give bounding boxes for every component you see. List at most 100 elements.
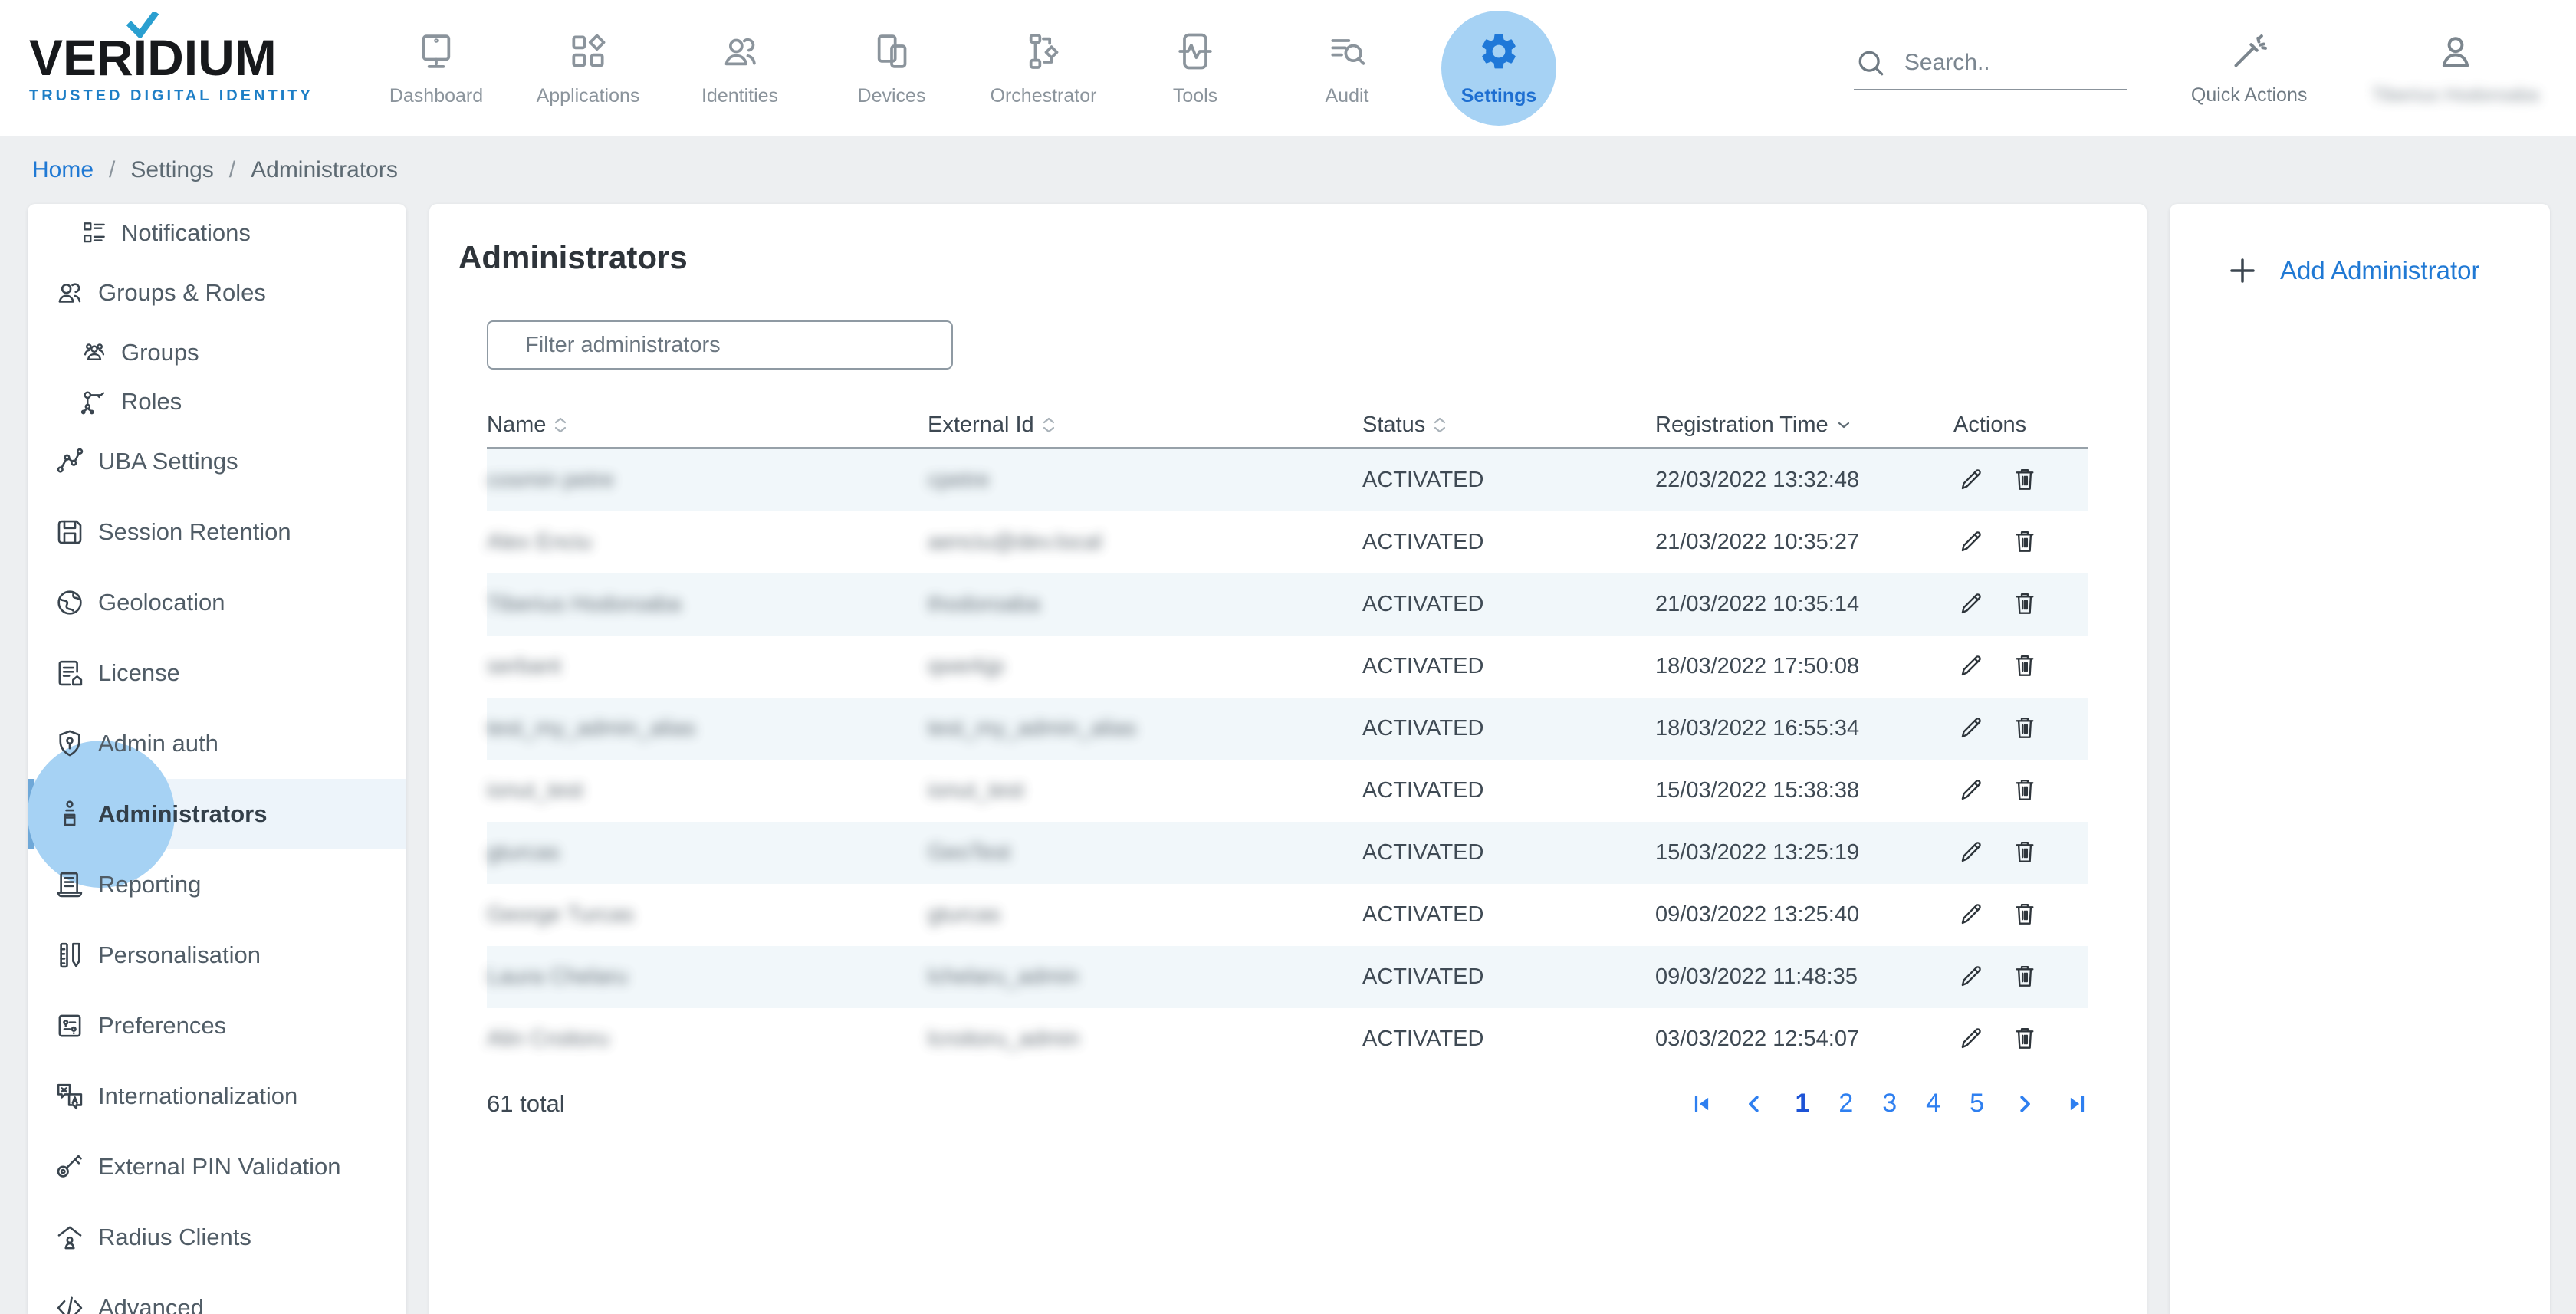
table-row[interactable]: George Turcas gturcas ACTIVATED 09/03/20… [487,884,2088,946]
delete-button[interactable] [2010,899,2039,931]
groups-icon [80,338,109,367]
edit-button[interactable] [1957,465,1986,496]
nav-item-devices[interactable]: Devices [816,3,968,133]
sidebar-item-external-pin-validation[interactable]: External PIN Validation [28,1132,406,1202]
sidebar-item-session-retention[interactable]: Session Retention [28,497,406,567]
delete-button[interactable] [2010,589,2039,620]
page-number-1[interactable]: 1 [1795,1089,1809,1119]
edit-button[interactable] [1957,527,1986,558]
nav-item-settings[interactable]: Settings [1423,3,1575,133]
delete-button[interactable] [2010,527,2039,558]
cell-external-id: test_my_admin_alias [928,716,1362,741]
nav-item-orchestrator[interactable]: Orchestrator [968,3,1119,133]
prev-page-button[interactable] [1743,1092,1766,1115]
delete-button[interactable] [2010,775,2039,806]
delete-button[interactable] [2010,465,2039,496]
first-page-button[interactable] [1691,1092,1714,1115]
page-number-2[interactable]: 2 [1838,1089,1853,1119]
nav-item-identities[interactable]: Identities [664,3,816,133]
brand-tagline: TRUSTED DIGITAL IDENTITY [29,87,328,105]
sidebar-item-roles[interactable]: Roles [28,377,406,426]
add-administrator-button[interactable]: Add Administrator [2226,255,2479,287]
sidebar-item-license[interactable]: License [28,638,406,708]
last-page-button[interactable] [2065,1092,2088,1115]
nav-item-audit[interactable]: Audit [1271,3,1423,133]
delete-button[interactable] [2010,961,2039,993]
user-icon [2434,31,2477,74]
delete-button[interactable] [2010,1023,2039,1055]
delete-button[interactable] [2010,713,2039,744]
cell-status: ACTIVATED [1362,778,1655,803]
sidebar-item-groups-roles[interactable]: Groups & Roles [28,258,406,328]
page-number-5[interactable]: 5 [1970,1089,1984,1119]
edit-button[interactable] [1957,961,1986,993]
edit-button[interactable] [1957,651,1986,682]
sidebar-item-reporting[interactable]: Reporting [28,849,406,920]
check-icon [127,12,159,38]
nav-item-dashboard[interactable]: Dashboard [360,3,512,133]
table-row[interactable]: Alex Enciu aenciu@dev.local ACTIVATED 21… [487,511,2088,573]
quick-actions-button[interactable]: Quick Actions [2191,31,2307,107]
quick-actions-wand-icon [2228,31,2271,74]
sidebar-item-internationalization[interactable]: Internationalization [28,1061,406,1132]
table-row[interactable]: Alin Croitoru lcroitoru_admin ACTIVATED … [487,1008,2088,1070]
edit-button[interactable] [1957,775,1986,806]
table-row[interactable]: gturcas GeoTest ACTIVATED 15/03/2022 13:… [487,822,2088,884]
table-footer: 61 total 1 2 3 4 5 [487,1089,2088,1119]
nav-item-tools[interactable]: Tools [1119,3,1271,133]
column-header-registration-time[interactable]: Registration Time [1655,412,1953,438]
nav-item-applications[interactable]: Applications [512,3,664,133]
geolocation-icon [54,586,86,619]
tools-icon [1174,30,1217,73]
personalisation-icon [54,939,86,971]
sort-icon [554,416,567,434]
notifications-icon [80,218,109,248]
breadcrumb-settings[interactable]: Settings [130,157,213,183]
table-row[interactable]: cosmin petre cpetre ACTIVATED 22/03/2022… [487,449,2088,511]
top-nav-bar: VERIDIUM TRUSTED DIGITAL IDENTITY Dashbo… [0,0,2576,136]
column-header-name[interactable]: Name [487,412,928,438]
page-number-4[interactable]: 4 [1926,1089,1940,1119]
edit-icon [1957,837,1986,866]
reporting-icon [54,869,86,901]
last-page-icon [2065,1092,2088,1115]
plus-icon [2226,255,2259,287]
table-row[interactable]: serbant qwerkjp ACTIVATED 18/03/2022 17:… [487,636,2088,698]
edit-button[interactable] [1957,899,1986,931]
global-search[interactable] [1854,46,2127,90]
table-row[interactable]: test_my_admin_alias test_my_admin_alias … [487,698,2088,760]
sidebar-item-notifications[interactable]: Notifications [28,209,406,258]
column-header-external-id[interactable]: External Id [928,412,1362,438]
cell-status: ACTIVATED [1362,468,1655,493]
next-page-button[interactable] [2013,1092,2036,1115]
total-count: 61 total [487,1090,565,1118]
table-row[interactable]: ionut_test ionut_test ACTIVATED 15/03/20… [487,760,2088,822]
external-pin-icon [54,1151,86,1183]
delete-button[interactable] [2010,651,2039,682]
edit-button[interactable] [1957,837,1986,869]
cell-external-id: lcroitoru_admin [928,1027,1362,1052]
sidebar-item-administrators[interactable]: Administrators [28,779,406,849]
column-header-status[interactable]: Status [1362,412,1655,438]
sidebar-item-uba-settings[interactable]: UBA Settings [28,426,406,497]
delete-icon [2010,713,2039,742]
sidebar-item-personalisation[interactable]: Personalisation [28,920,406,990]
sidebar-item-geolocation[interactable]: Geolocation [28,567,406,638]
table-row[interactable]: Laura Chelaru lchelaru_admin ACTIVATED 0… [487,946,2088,1008]
table-row[interactable]: Tiberius Hodoroaba thodoroaba ACTIVATED … [487,573,2088,636]
search-input[interactable] [1904,50,2111,76]
page-number-3[interactable]: 3 [1882,1089,1897,1119]
filter-administrators-input[interactable] [487,320,953,370]
edit-icon [1957,589,1986,618]
sidebar-item-groups[interactable]: Groups [28,328,406,377]
sidebar-item-advanced[interactable]: Advanced [28,1273,406,1314]
edit-button[interactable] [1957,589,1986,620]
breadcrumb-home-link[interactable]: Home [32,157,94,183]
cell-registration-time: 15/03/2022 13:25:19 [1655,840,1953,866]
sidebar-item-preferences[interactable]: Preferences [28,990,406,1061]
edit-button[interactable] [1957,1023,1986,1055]
delete-button[interactable] [2010,837,2039,869]
sidebar-item-radius-clients[interactable]: Radius Clients [28,1202,406,1273]
edit-button[interactable] [1957,713,1986,744]
user-menu[interactable]: Tiberius Hodoroaba [2371,31,2539,107]
